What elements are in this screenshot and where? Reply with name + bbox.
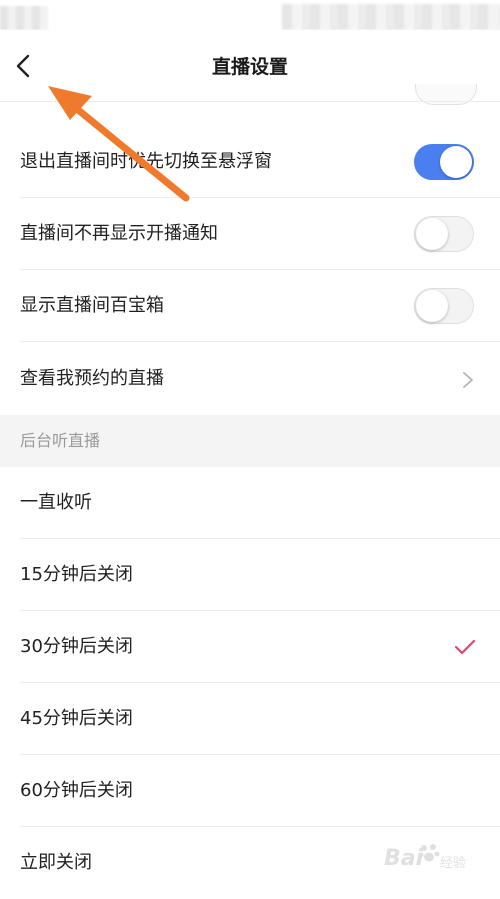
- option-row-30-minutes[interactable]: 30分钟后关闭: [0, 611, 500, 683]
- section-header-label: 后台听直播: [20, 431, 101, 450]
- floating-window-toggle[interactable]: [414, 144, 474, 180]
- watermark-subtext: 经验: [440, 856, 467, 871]
- option-label: 15分钟后关闭: [20, 564, 133, 585]
- setting-label: 显示直播间百宝箱: [20, 295, 164, 316]
- setting-row-floating-window[interactable]: 退出直播间时优先切换至悬浮窗: [0, 126, 500, 198]
- setting-label: 查看我预约的直播: [20, 368, 164, 389]
- start-notification-toggle[interactable]: [414, 216, 474, 252]
- option-label: 60分钟后关闭: [20, 780, 133, 801]
- baidu-watermark-logo: Bai 经验: [384, 842, 496, 890]
- toggle-knob: [416, 218, 448, 250]
- row-divider: [20, 341, 500, 342]
- option-label: 45分钟后关闭: [20, 708, 133, 729]
- page-title: 直播设置: [211, 56, 288, 78]
- option-row-15-minutes[interactable]: 15分钟后关闭: [0, 539, 500, 611]
- setting-row-my-reservations[interactable]: 查看我预约的直播: [0, 343, 500, 415]
- setting-row-treasure-box[interactable]: 显示直播间百宝箱: [0, 270, 500, 342]
- toggle-knob: [440, 146, 472, 178]
- status-bar-left-blurred: [0, 6, 48, 30]
- paw-icon: [418, 844, 440, 862]
- checkmark-icon: [454, 639, 476, 655]
- setting-row-start-notification[interactable]: 直播间不再显示开播通知: [0, 198, 500, 270]
- nav-divider: [0, 101, 500, 102]
- option-row-60-minutes[interactable]: 60分钟后关闭: [0, 755, 500, 827]
- setting-label: 直播间不再显示开播通知: [20, 223, 218, 244]
- option-row-45-minutes[interactable]: 45分钟后关闭: [0, 683, 500, 755]
- status-bar: [0, 0, 500, 30]
- section-header-background-listening: 后台听直播: [0, 415, 500, 467]
- toggle-knob: [416, 290, 448, 322]
- option-label: 立即关闭: [20, 852, 92, 873]
- setting-label: 退出直播间时优先切换至悬浮窗: [20, 151, 272, 172]
- option-row-always-listen[interactable]: 一直收听: [0, 467, 500, 539]
- status-bar-right-blurred: [282, 4, 500, 30]
- chevron-right-icon: [463, 372, 473, 388]
- option-label: 一直收听: [20, 492, 92, 513]
- treasure-box-toggle[interactable]: [414, 288, 474, 324]
- option-label: 30分钟后关闭: [20, 636, 133, 657]
